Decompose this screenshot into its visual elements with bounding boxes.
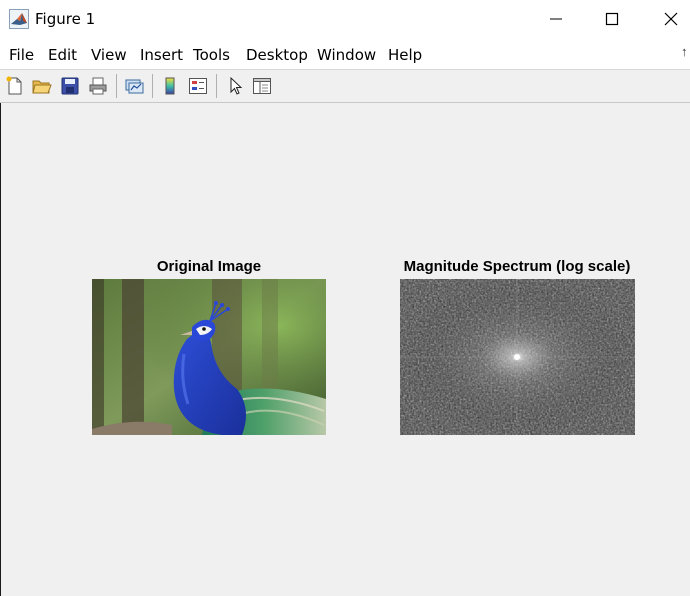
menu-window[interactable]: Window: [317, 46, 376, 64]
title-bar[interactable]: Figure 1: [0, 0, 690, 38]
minimize-icon: [550, 18, 562, 20]
close-icon: [664, 12, 678, 26]
menu-desktop[interactable]: Desktop: [246, 46, 308, 64]
window-title: Figure 1: [35, 10, 96, 28]
matlab-logo-icon: [9, 9, 29, 29]
original-image[interactable]: [92, 279, 326, 435]
menu-help[interactable]: Help: [388, 46, 422, 64]
figure-toolbar: [0, 70, 690, 103]
menu-file[interactable]: File: [9, 46, 34, 64]
open-file-icon[interactable]: [31, 75, 53, 97]
maximize-icon: [605, 12, 619, 26]
menu-tools[interactable]: Tools: [193, 46, 230, 64]
legend-icon[interactable]: [187, 75, 209, 97]
edit-plot-pointer-icon[interactable]: [225, 75, 247, 97]
toolbar-separator: [152, 74, 153, 98]
toolbar-separator: [216, 74, 217, 98]
maximize-button[interactable]: [584, 0, 640, 38]
save-icon[interactable]: [59, 75, 81, 97]
menu-view[interactable]: View: [91, 46, 127, 64]
new-figure-icon[interactable]: [4, 75, 26, 97]
close-button[interactable]: [643, 0, 690, 38]
link-plot-icon[interactable]: [123, 75, 145, 97]
property-inspector-icon[interactable]: [251, 75, 273, 97]
print-icon[interactable]: [87, 75, 109, 97]
menu-bar: File Edit View Insert Tools Desktop Wind…: [0, 38, 690, 70]
colorbar-icon[interactable]: [159, 75, 181, 97]
menu-edit[interactable]: Edit: [48, 46, 77, 64]
magnitude-spectrum-image[interactable]: [400, 279, 635, 435]
subplot-title-spectrum: Magnitude Spectrum (log scale): [403, 258, 631, 275]
minimize-button[interactable]: [528, 0, 584, 38]
toolbar-separator: [116, 74, 117, 98]
subplot-title-original: Original Image: [156, 258, 262, 275]
menu-insert[interactable]: Insert: [140, 46, 183, 64]
figure-canvas[interactable]: Original Image Magnitude Spectrum (log s…: [2, 103, 690, 596]
menu-overflow-arrow-icon[interactable]: ↑: [681, 44, 688, 59]
